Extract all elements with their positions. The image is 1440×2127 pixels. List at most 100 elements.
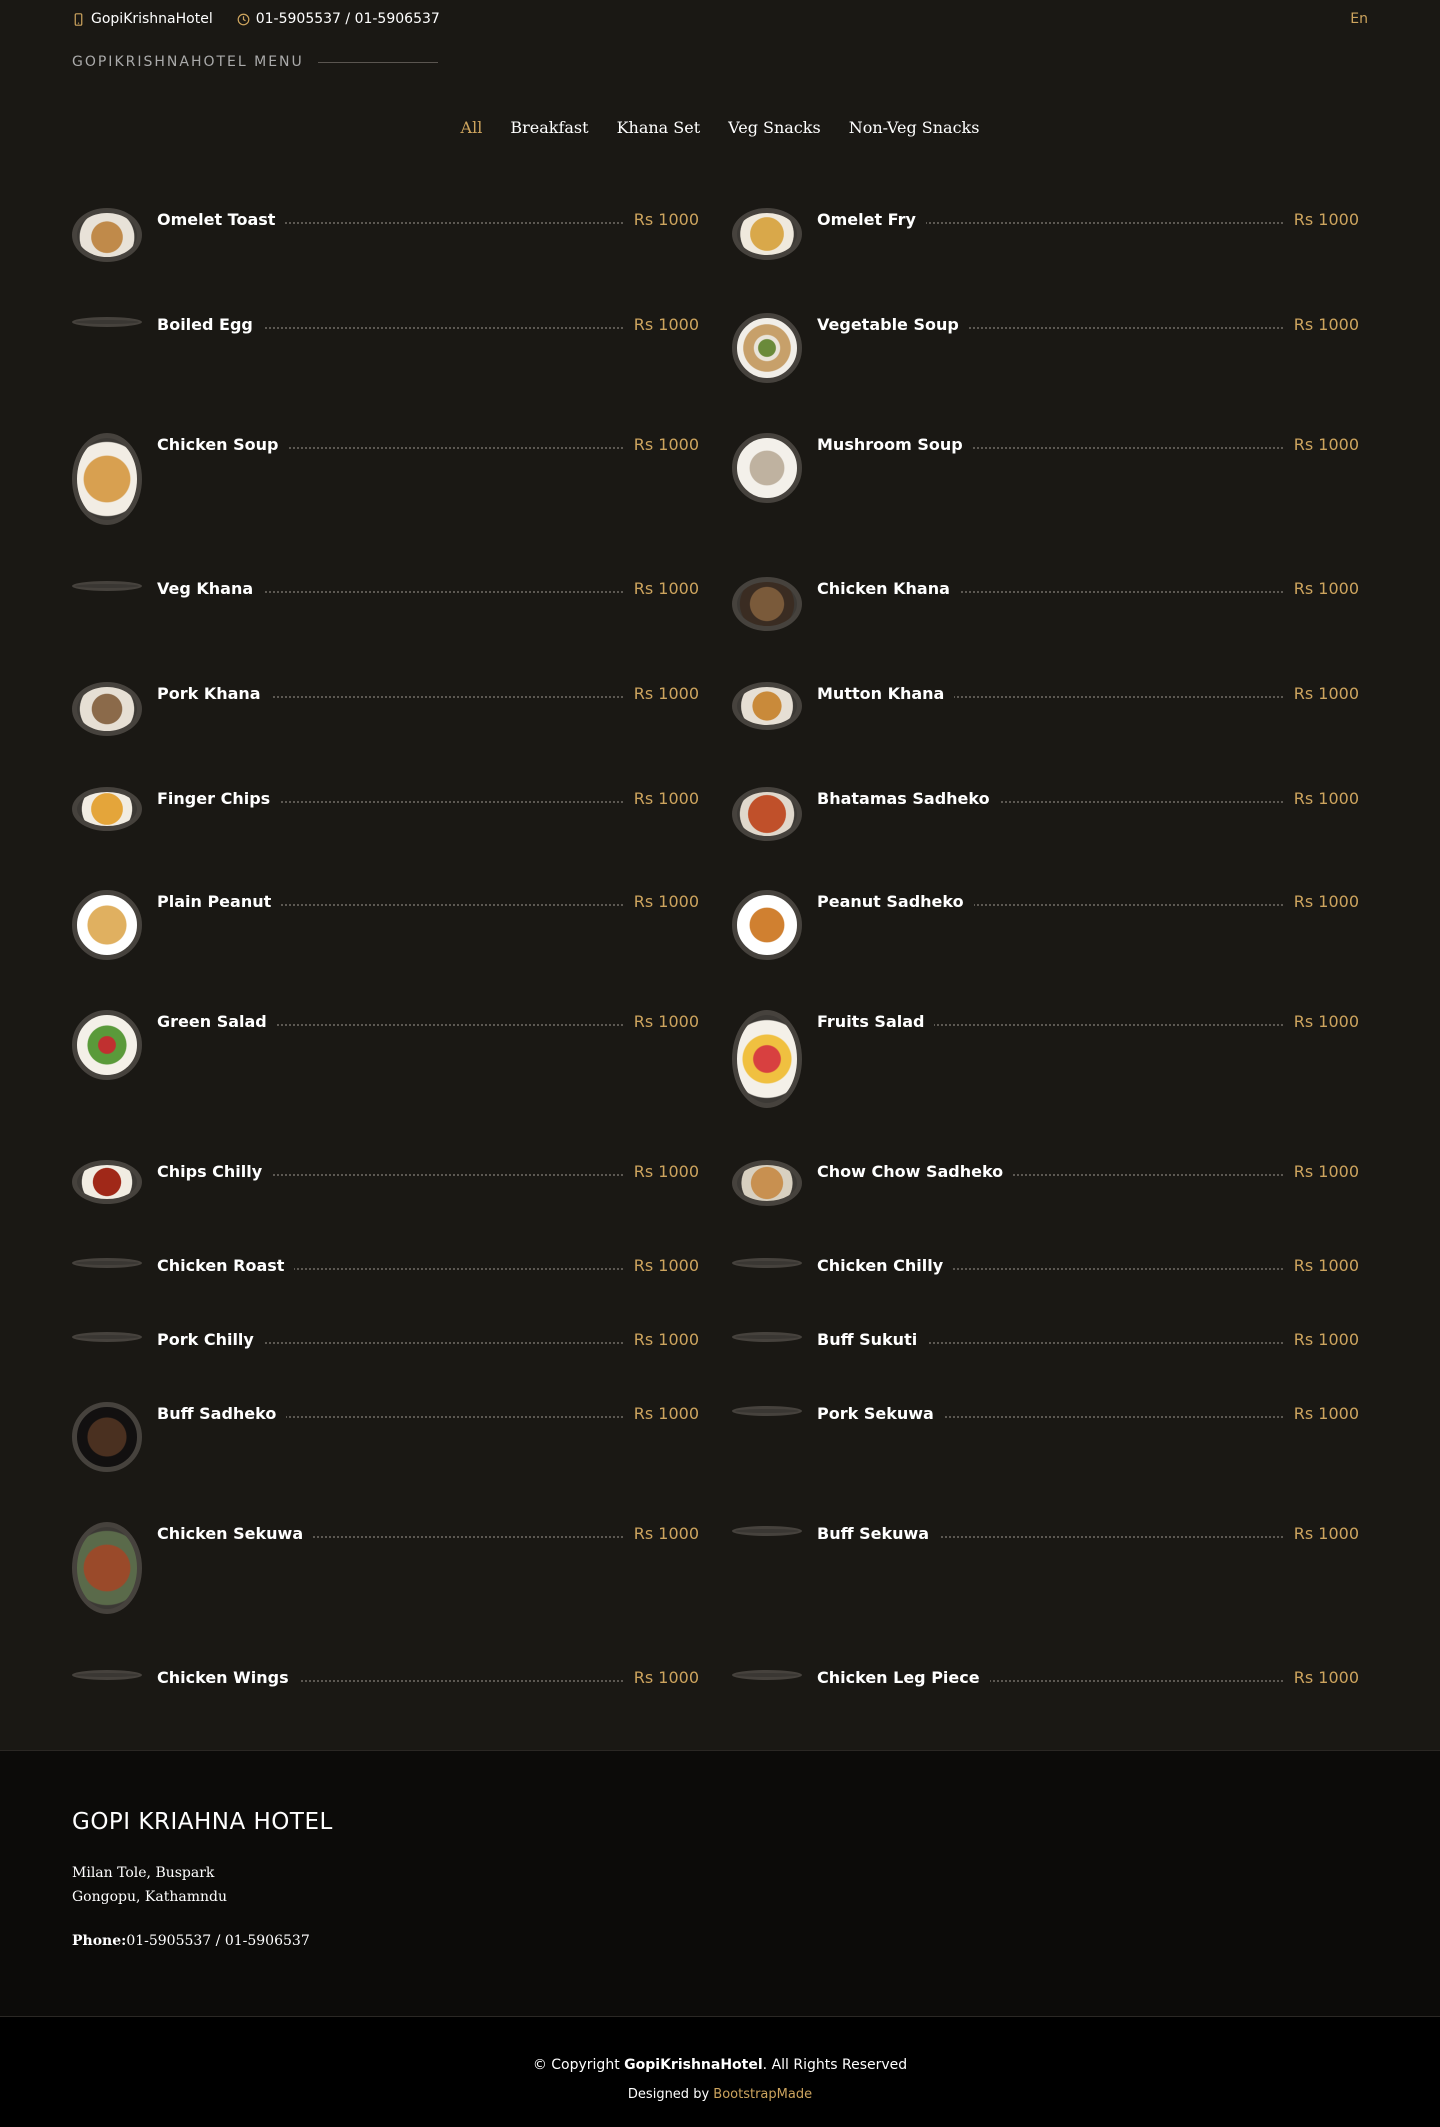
- menu-item[interactable]: Vegetable Soup Rs 1000: [732, 313, 1359, 383]
- hotel-name-item: GopiKrishnaHotel: [72, 11, 213, 27]
- menu-item-price: Rs 1000: [623, 789, 699, 808]
- menu-item[interactable]: Chicken Khana Rs 1000: [732, 577, 1359, 647]
- menu-item-image: [72, 1010, 142, 1080]
- menu-item[interactable]: Peanut Sadheko Rs 1000: [732, 890, 1359, 960]
- phone-item: 01-5905537 / 01-5906537: [237, 11, 440, 27]
- phone-label: Phone:: [72, 1933, 127, 1949]
- address-line-1: Milan Tole, Buspark: [72, 1865, 215, 1881]
- menu-item-name: Buff Sekuwa: [817, 1524, 940, 1543]
- menu-item-image-placeholder: [72, 317, 142, 327]
- menu-item[interactable]: Omelet Fry Rs 1000: [732, 208, 1359, 278]
- designed-by-prefix: Designed by: [627, 2087, 714, 2102]
- filter-non-veg-snacks[interactable]: Non-Veg Snacks: [849, 118, 980, 137]
- menu-item-name: Chow Chow Sadheko: [817, 1162, 1014, 1181]
- menu-item-name: Green Salad: [157, 1012, 277, 1031]
- menu-item-name: Peanut Sadheko: [817, 892, 974, 911]
- menu-item[interactable]: Chicken Chilly Rs 1000: [732, 1254, 1359, 1324]
- menu-item[interactable]: Pork Khana Rs 1000: [72, 682, 699, 752]
- menu-item-name: Fruits Salad: [817, 1012, 935, 1031]
- menu-filters: All Breakfast Khana Set Veg Snacks Non-V…: [0, 118, 1440, 137]
- filter-veg-snacks[interactable]: Veg Snacks: [728, 118, 821, 137]
- menu-item[interactable]: Chips Chilly Rs 1000: [72, 1160, 699, 1230]
- menu-item[interactable]: Pork Chilly Rs 1000: [72, 1328, 699, 1398]
- menu-item-price: Rs 1000: [1283, 1330, 1359, 1349]
- menu-item-image: [72, 208, 142, 262]
- menu-item-image: [72, 433, 142, 525]
- menu-item-price: Rs 1000: [1283, 435, 1359, 454]
- menu-item[interactable]: Chicken Soup Rs 1000: [72, 433, 699, 525]
- menu-item-name: Boiled Egg: [157, 315, 263, 334]
- menu-item-image: [72, 1522, 142, 1614]
- menu-item-name: Vegetable Soup: [817, 315, 969, 334]
- filter-all[interactable]: All: [461, 118, 483, 137]
- menu-item-price: Rs 1000: [1283, 210, 1359, 229]
- menu-item-image-placeholder: [72, 581, 142, 591]
- top-bar: GopiKrishnaHotel 01-5905537 / 01-5906537…: [0, 0, 1440, 40]
- menu-item-price: Rs 1000: [1283, 789, 1359, 808]
- contact-info: GopiKrishnaHotel 01-5905537 / 01-5906537: [72, 11, 440, 27]
- section-title: GOPIKRISHNAHOTEL MENU: [72, 54, 438, 70]
- menu-item-image: [732, 577, 802, 631]
- language-selector[interactable]: En: [1350, 11, 1368, 27]
- phone-device-icon: [74, 12, 83, 26]
- menu-item[interactable]: Chicken Roast Rs 1000: [72, 1254, 699, 1324]
- menu-item-name: Chicken Leg Piece: [817, 1668, 990, 1687]
- section-title-text: GOPIKRISHNAHOTEL MENU: [72, 54, 304, 70]
- menu-item-price: Rs 1000: [1283, 1524, 1359, 1543]
- menu-item[interactable]: Boiled Egg Rs 1000: [72, 313, 699, 383]
- menu-item-name: Mutton Khana: [817, 684, 955, 703]
- menu-item[interactable]: Green Salad Rs 1000: [72, 1010, 699, 1080]
- menu-item-image: [72, 682, 142, 736]
- menu-item-image: [732, 208, 802, 260]
- menu-item-name: Buff Sukuti: [817, 1330, 928, 1349]
- menu-item[interactable]: Chicken Leg Piece Rs 1000: [732, 1666, 1359, 1736]
- copyright-suffix: . All Rights Reserved: [762, 2057, 908, 2073]
- menu-item-image: [732, 890, 802, 960]
- clock-icon: [237, 13, 250, 25]
- menu-item-image: [72, 1402, 142, 1472]
- menu-item[interactable]: Chow Chow Sadheko Rs 1000: [732, 1160, 1359, 1230]
- menu-item-image-placeholder: [732, 1406, 802, 1416]
- menu-item-price: Rs 1000: [623, 1162, 699, 1181]
- menu-item[interactable]: Pork Sekuwa Rs 1000: [732, 1402, 1359, 1472]
- menu-item-name: Mushroom Soup: [817, 435, 973, 454]
- filter-khana-set[interactable]: Khana Set: [617, 118, 701, 137]
- menu-item[interactable]: Finger Chips Rs 1000: [72, 787, 699, 857]
- menu-item-image-placeholder: [72, 1258, 142, 1268]
- menu-item-price: Rs 1000: [1283, 1404, 1359, 1423]
- menu-item-price: Rs 1000: [623, 684, 699, 703]
- menu-item-image: [732, 1010, 802, 1108]
- menu-item-name: Pork Sekuwa: [817, 1404, 944, 1423]
- menu-item[interactable]: Veg Khana Rs 1000: [72, 577, 699, 647]
- hotel-name: GopiKrishnaHotel: [91, 11, 213, 27]
- menu-item-price: Rs 1000: [1283, 1668, 1359, 1687]
- menu-item-price: Rs 1000: [623, 1012, 699, 1031]
- menu-item[interactable]: Plain Peanut Rs 1000: [72, 890, 699, 960]
- menu-item-image: [72, 787, 142, 831]
- menu-item[interactable]: Bhatamas Sadheko Rs 1000: [732, 787, 1359, 857]
- menu-item-price: Rs 1000: [1283, 315, 1359, 334]
- menu-item[interactable]: Fruits Salad Rs 1000: [732, 1010, 1359, 1108]
- menu-item[interactable]: Buff Sukuti Rs 1000: [732, 1328, 1359, 1398]
- menu-item-image-placeholder: [732, 1526, 802, 1536]
- copyright: © Copyright GopiKrishnaHotel. All Rights…: [0, 2057, 1440, 2073]
- menu-item-price: Rs 1000: [623, 315, 699, 334]
- menu-item[interactable]: Buff Sadheko Rs 1000: [72, 1402, 699, 1472]
- menu-item[interactable]: Mutton Khana Rs 1000: [732, 682, 1359, 752]
- menu-item-image-placeholder: [732, 1258, 802, 1268]
- menu-item[interactable]: Omelet Toast Rs 1000: [72, 208, 699, 278]
- menu-item[interactable]: Chicken Wings Rs 1000: [72, 1666, 699, 1736]
- menu-item[interactable]: Mushroom Soup Rs 1000: [732, 433, 1359, 503]
- menu-item-price: Rs 1000: [623, 1668, 699, 1687]
- bootstrapmade-link[interactable]: BootstrapMade: [713, 2087, 812, 2102]
- menu-item-price: Rs 1000: [623, 1330, 699, 1349]
- menu-item-price: Rs 1000: [623, 1524, 699, 1543]
- filter-breakfast[interactable]: Breakfast: [510, 118, 588, 137]
- menu-item[interactable]: Chicken Sekuwa Rs 1000: [72, 1522, 699, 1614]
- menu-item-image: [732, 313, 802, 383]
- menu-item-name: Finger Chips: [157, 789, 281, 808]
- menu-item-name: Chicken Roast: [157, 1256, 295, 1275]
- copyright-brand: GopiKrishnaHotel: [624, 2057, 763, 2073]
- menu-item[interactable]: Buff Sekuwa Rs 1000: [732, 1522, 1359, 1592]
- menu-item-image-placeholder: [732, 1670, 802, 1680]
